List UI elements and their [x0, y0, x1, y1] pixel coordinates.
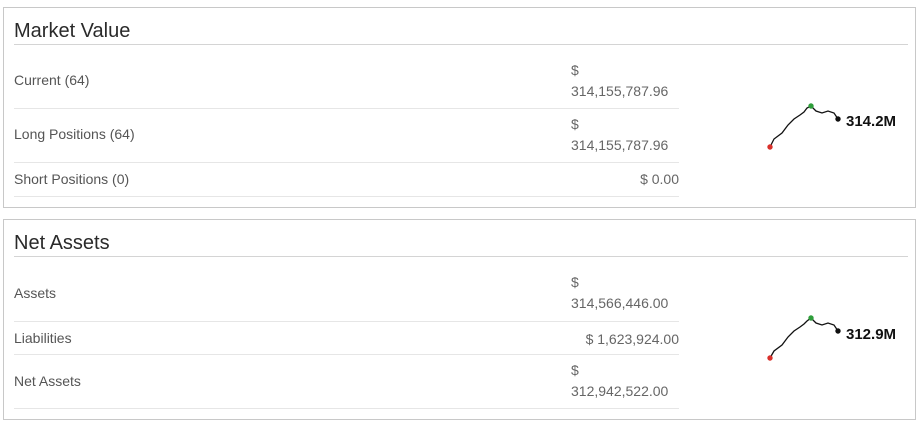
sparkline-last-marker [835, 116, 841, 122]
market-value-panel: Market Value Current (64) $ 314,155,787.… [3, 7, 916, 208]
row-label: Current (64) [14, 72, 90, 88]
market-value-title: Market Value [14, 19, 908, 45]
row-label: Liabilities [14, 330, 72, 346]
row-value: $ 1,623,924.00 [585, 331, 679, 347]
row-current: Current (64) $ 314,155,787.96 [14, 55, 679, 109]
sparkline-last-marker [835, 328, 841, 334]
row-value: $ 0.00 [640, 171, 679, 187]
net-assets-sparkline [767, 315, 841, 361]
sparkline-path [769, 105, 839, 148]
row-label: Long Positions (64) [14, 126, 135, 142]
row-assets: Assets $ 314,566,446.00 [14, 267, 679, 322]
row-short-positions: Short Positions (0) $ 0.00 [14, 163, 679, 197]
sparkline-min-marker [767, 355, 773, 361]
row-label: Short Positions (0) [14, 171, 130, 187]
row-label: Assets [14, 285, 57, 301]
sparkline-max-marker [808, 103, 814, 109]
sparkline-min-marker [767, 144, 773, 150]
net-assets-title: Net Assets [14, 231, 908, 257]
row-label: Net Assets [14, 373, 81, 389]
net-assets-panel: Net Assets Assets $ 314,566,446.00 Liabi… [3, 219, 916, 420]
sparkline-max-marker [808, 315, 814, 321]
sparkline-path [769, 317, 839, 359]
row-value: $ 314,155,787.96 [571, 116, 669, 153]
row-value: $ 312,942,522.00 [571, 362, 669, 399]
market-value-sparkline [767, 103, 841, 150]
market-value-sparkline-label: 314.2M [846, 113, 897, 130]
row-value: $ 314,155,787.96 [571, 62, 669, 99]
row-liabilities: Liabilities $ 1,623,924.00 [14, 322, 679, 355]
row-long-positions: Long Positions (64) $ 314,155,787.96 [14, 109, 679, 163]
row-net-assets: Net Assets $ 312,942,522.00 [14, 355, 679, 409]
row-value: $ 314,566,446.00 [571, 274, 669, 311]
net-assets-sparkline-label: 312.9M [846, 326, 897, 343]
